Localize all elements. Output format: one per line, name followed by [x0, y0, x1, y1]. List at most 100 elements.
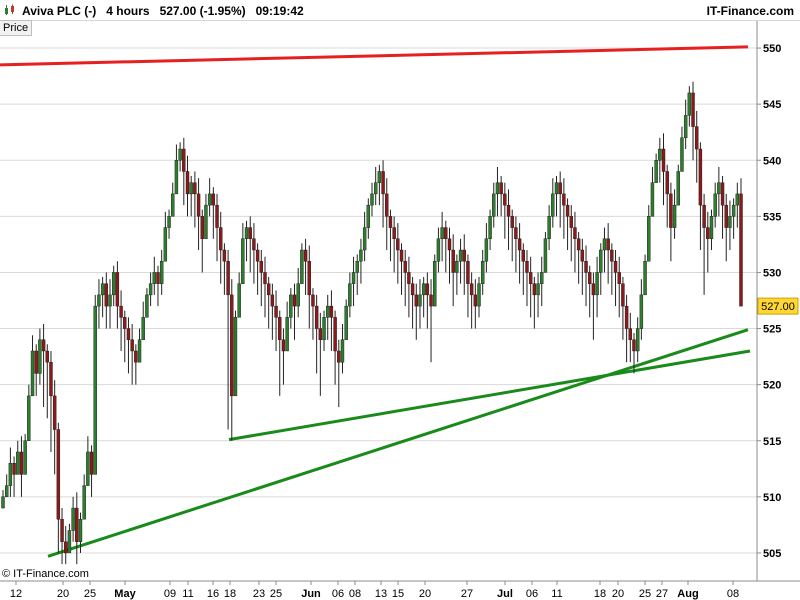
candle-body: [311, 294, 315, 307]
candlestick-logo-icon: [5, 4, 14, 15]
x-tick-label: 25: [270, 588, 282, 600]
x-tick-label: Aug: [677, 588, 698, 600]
candle-body: [237, 283, 241, 318]
candle-body: [525, 261, 529, 273]
candle-body: [488, 216, 492, 239]
x-tick-label: 12: [10, 588, 22, 600]
candle-body: [558, 182, 562, 195]
candle-body: [669, 193, 673, 228]
candle-body: [617, 272, 621, 284]
candle-body: [536, 283, 540, 296]
candle-body: [576, 238, 581, 251]
candle-body: [373, 182, 378, 195]
candle-body: [4, 485, 9, 498]
candle-body: [174, 160, 179, 195]
candle-body: [709, 216, 714, 239]
candle-body: [296, 283, 300, 307]
candle-body: [12, 462, 16, 475]
candle-body: [698, 148, 703, 206]
candle: [433, 254, 437, 307]
candle-body: [49, 362, 53, 397]
copyright-credit: © IT-Finance.com: [2, 568, 89, 580]
candle-body: [156, 272, 160, 284]
candle-body: [713, 193, 717, 217]
candle-body: [610, 249, 614, 262]
candle-body: [126, 328, 131, 340]
candle-body: [440, 227, 444, 239]
candle-body: [569, 216, 573, 228]
candle-body: [130, 339, 134, 352]
price-chart[interactable]: 505 510 515 520 525 530 535 540 545 550 12 20 25 May…: [0, 0, 800, 600]
candle-body: [547, 216, 551, 239]
candle-body: [86, 451, 90, 486]
x-tick-label: 15: [392, 588, 404, 600]
candle-body: [115, 272, 120, 307]
candle-body: [163, 227, 168, 262]
candle-body: [433, 261, 437, 307]
candle-body: [451, 249, 455, 273]
candle-body: [348, 283, 352, 307]
candle-body: [38, 339, 42, 374]
candle-body: [259, 261, 263, 273]
candle-body: [521, 249, 525, 262]
candle-body: [687, 92, 692, 116]
candle-body: [591, 283, 596, 296]
candle-body: [695, 126, 699, 150]
candle-body: [292, 294, 297, 307]
x-tick-label: Jul: [497, 588, 513, 600]
candle-body: [241, 238, 245, 284]
candle-body: [447, 238, 452, 251]
candle-body: [665, 171, 669, 195]
x-tick-label: 18: [594, 588, 606, 600]
y-tick-label: 540: [763, 155, 781, 167]
candle-body: [469, 283, 474, 296]
candle-body: [359, 249, 363, 262]
candle-body: [724, 204, 728, 228]
candle-body: [370, 193, 374, 206]
candle-body: [580, 249, 585, 262]
candle-body: [252, 238, 256, 251]
candle-body: [510, 216, 514, 228]
candle-body: [481, 261, 485, 284]
candle-body: [329, 305, 334, 318]
candle-body: [643, 261, 647, 296]
candle-body: [720, 182, 725, 206]
x-tick-label: 16: [207, 588, 219, 600]
candle-body: [71, 507, 75, 531]
candle-body: [602, 238, 607, 251]
candle-body: [672, 204, 677, 228]
candle-body: [226, 261, 230, 296]
candle-body: [270, 294, 275, 307]
y-tick-label: 505: [763, 548, 781, 560]
candle-body: [624, 305, 629, 329]
candle-body: [385, 193, 389, 217]
candle-body: [639, 294, 644, 329]
candle-body: [377, 171, 382, 183]
candle-body: [322, 317, 326, 340]
candle-body: [189, 182, 193, 195]
candle-body: [52, 395, 57, 430]
candle-body: [67, 530, 72, 554]
candle-body: [429, 294, 433, 307]
candle-body: [1, 496, 5, 509]
candle-body: [506, 204, 511, 217]
candle-body: [540, 272, 544, 284]
candle-body: [658, 148, 662, 161]
y-tick-label: 525: [763, 324, 781, 336]
candle-body: [30, 350, 35, 397]
candle-body: [676, 171, 680, 206]
brand-label: IT-Finance.com: [706, 4, 794, 18]
y-tick-label: 515: [763, 436, 781, 448]
candle-body: [104, 283, 109, 307]
x-tick-label: 13: [375, 588, 387, 600]
candle-body: [739, 193, 743, 307]
candle-body: [16, 451, 20, 475]
candle-body: [392, 227, 396, 239]
price-tab[interactable]: Price: [0, 20, 33, 36]
x-tick-label: 27: [656, 588, 668, 600]
candle-body: [691, 92, 695, 127]
candle-body: [484, 238, 489, 262]
candle-body: [34, 350, 38, 374]
candle-body: [621, 283, 625, 307]
candle-body: [215, 204, 219, 228]
